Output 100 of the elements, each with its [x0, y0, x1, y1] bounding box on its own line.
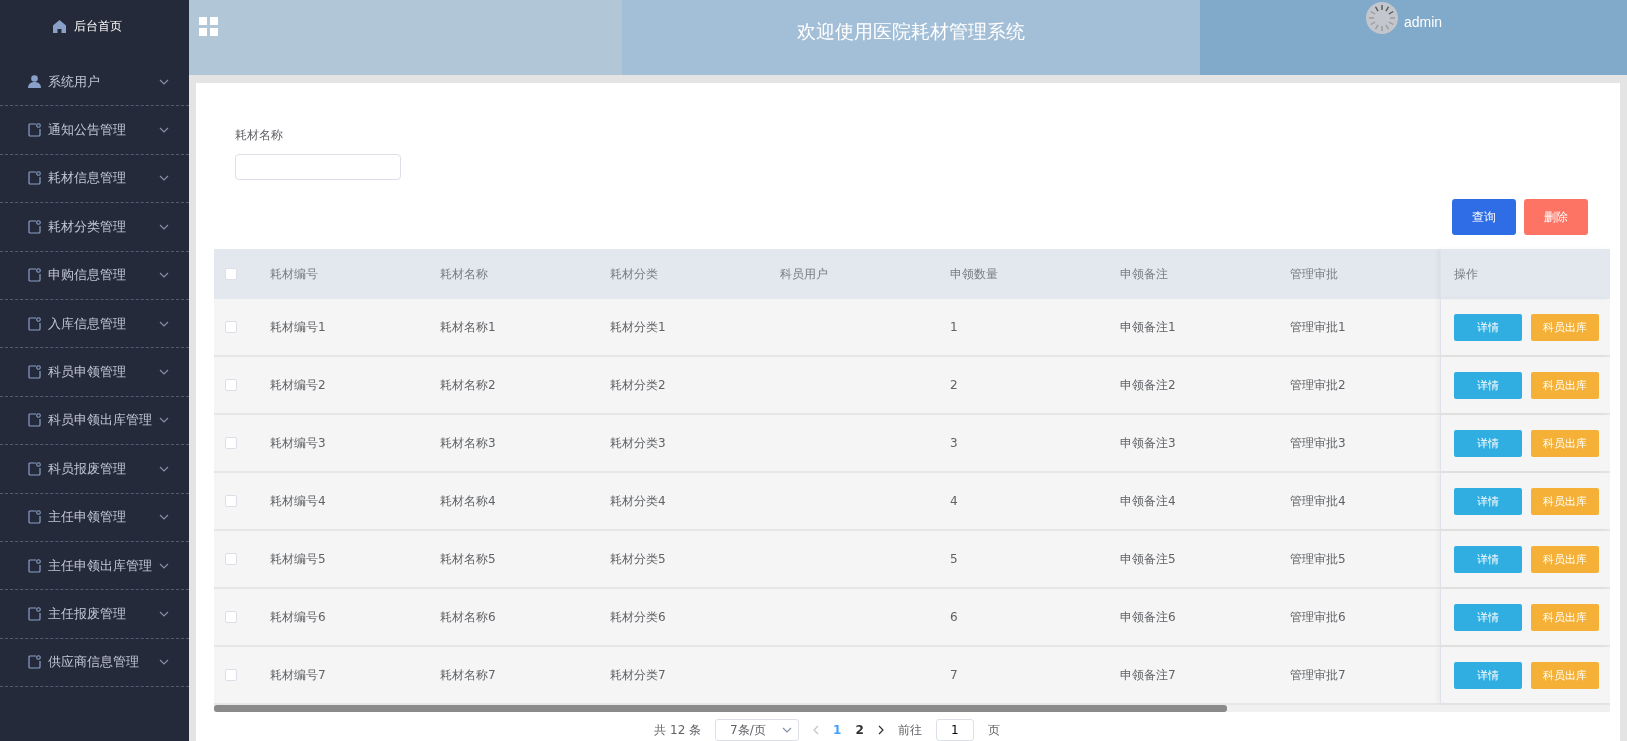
column-header: 管理审批 [1290, 265, 1339, 283]
scrollbar-thumb[interactable] [214, 705, 1227, 712]
table-cell-text: 耗材名称4 [440, 492, 497, 510]
chevron-down-icon [159, 223, 169, 230]
chevron-down-icon [159, 127, 169, 134]
details-button[interactable]: 详情 [1454, 429, 1522, 457]
table-cell-text: 管理审批6 [1290, 608, 1347, 626]
search-button[interactable]: 查询 [1452, 199, 1516, 235]
note-icon [28, 461, 41, 476]
checkbox[interactable] [225, 495, 237, 507]
table-cell-text: 管理审批7 [1290, 666, 1347, 684]
menu-item[interactable]: 系统用户 [0, 58, 189, 107]
table-cell-text: 耗材编号6 [270, 608, 327, 626]
table-cell-text: 管理审批4 [1290, 492, 1347, 510]
menu-item[interactable]: 科员报废管理 [0, 445, 189, 494]
chevron-down-icon [159, 369, 169, 376]
field-label: 耗材名称 [235, 127, 284, 144]
menu-item[interactable]: 入库信息管理 [0, 299, 189, 349]
note-icon [28, 171, 41, 186]
checkbox[interactable] [225, 321, 237, 333]
menu-item[interactable]: 主任申领管理 [0, 493, 189, 542]
details-button[interactable]: 详情 [1454, 545, 1522, 573]
table-cell-text: 申领备注7 [1120, 666, 1177, 684]
column-header: 科员用户 [780, 265, 829, 283]
details-button[interactable]: 详情 [1454, 661, 1522, 689]
page-number[interactable]: 2 [855, 723, 864, 737]
table-cell-text: 耗材分类4 [610, 492, 667, 510]
home-icon [53, 19, 66, 33]
table-cell-text: 申领备注1 [1120, 318, 1177, 336]
table-cell-text: 管理审批2 [1290, 376, 1347, 394]
column-header: 耗材名称 [440, 265, 489, 283]
details-button[interactable]: 详情 [1454, 313, 1522, 341]
user-name[interactable]: admin [1404, 14, 1443, 30]
chevron-down-icon [159, 659, 169, 666]
table-cell-text: 申领备注5 [1120, 550, 1177, 568]
home-link[interactable]: 后台首页 [0, 0, 189, 52]
page-suffix: 页 [987, 721, 1000, 739]
table-cell-text: 申领备注2 [1120, 376, 1177, 394]
chevron-down-icon [159, 465, 169, 472]
menu-item[interactable]: 耗材分类管理 [0, 203, 189, 252]
page-number[interactable]: 1 [833, 723, 842, 737]
chevron-down-icon [159, 272, 169, 279]
column-header: 申领备注 [1120, 265, 1169, 283]
table-cell-text: 耗材名称2 [440, 376, 497, 394]
menu-item[interactable]: 主任报废管理 [0, 590, 189, 639]
checkbox[interactable] [225, 379, 237, 391]
table-cell-text: 管理审批5 [1290, 550, 1347, 568]
menu-item[interactable]: 通知公告管理 [0, 106, 189, 155]
menu-item[interactable]: 主任申领出库管理 [0, 541, 189, 591]
table-cell-text: 耗材分类3 [610, 434, 667, 452]
menu-item[interactable]: 申购信息管理 [0, 251, 189, 300]
menu-item[interactable]: 科员申领出库管理 [0, 396, 189, 446]
menu-item[interactable]: 科员申领管理 [0, 348, 189, 397]
note-icon [28, 268, 41, 283]
details-button[interactable]: 详情 [1454, 603, 1522, 631]
page-input[interactable]: 1 [935, 719, 974, 741]
column-header: 耗材分类 [610, 265, 659, 283]
chevron-right-icon [877, 725, 884, 735]
table-cell-text: 1 [950, 320, 959, 334]
note-icon [28, 413, 41, 428]
delete-button[interactable]: 删除 [1524, 199, 1588, 235]
chevron-left-icon [813, 725, 820, 735]
page-size-select[interactable]: 7条/页 [715, 719, 800, 741]
details-button[interactable]: 详情 [1454, 371, 1522, 399]
avatar-icon [1366, 2, 1398, 34]
note-icon [28, 219, 41, 234]
checkbox[interactable] [225, 611, 237, 623]
table-cell-text: 耗材编号4 [270, 492, 327, 510]
table-cell-text: 管理审批1 [1290, 318, 1347, 336]
table-cell-text: 耗材分类2 [610, 376, 667, 394]
table-cell-text: 耗材分类5 [610, 550, 667, 568]
chevron-down-icon [159, 175, 169, 182]
table-cell-text: 耗材名称5 [440, 550, 497, 568]
table-cell-text: 7 [950, 668, 959, 682]
checkbox[interactable] [225, 268, 237, 280]
chevron-down-icon [159, 417, 169, 424]
user-icon [28, 75, 41, 89]
chevron-down-icon [159, 514, 169, 521]
checkbox[interactable] [225, 553, 237, 565]
note-icon [28, 558, 41, 573]
chevron-down-icon [159, 562, 169, 569]
table-cell-text: 耗材名称7 [440, 666, 497, 684]
menu-item[interactable]: 供应商信息管理 [0, 638, 189, 688]
details-button[interactable]: 详情 [1454, 487, 1522, 515]
table-cell-text: 耗材编号5 [270, 550, 327, 568]
table-cell-text: 耗材名称1 [440, 318, 497, 336]
table-cell-text: 耗材编号2 [270, 376, 327, 394]
table-cell-text: 耗材分类7 [610, 666, 667, 684]
input-field[interactable] [235, 154, 401, 180]
table-cell-text: 耗材分类6 [610, 608, 667, 626]
table-cell-text: 4 [950, 494, 959, 508]
table-cell-text: 5 [950, 552, 959, 566]
table-cell-text: 申领备注3 [1120, 434, 1177, 452]
note-icon [28, 510, 41, 525]
checkbox[interactable] [225, 437, 237, 449]
menu-icon[interactable] [199, 17, 218, 36]
checkbox[interactable] [225, 669, 237, 681]
column-header: 申领数量 [950, 265, 999, 283]
table-cell-text: 耗材编号3 [270, 434, 327, 452]
menu-item[interactable]: 耗材信息管理 [0, 154, 189, 204]
